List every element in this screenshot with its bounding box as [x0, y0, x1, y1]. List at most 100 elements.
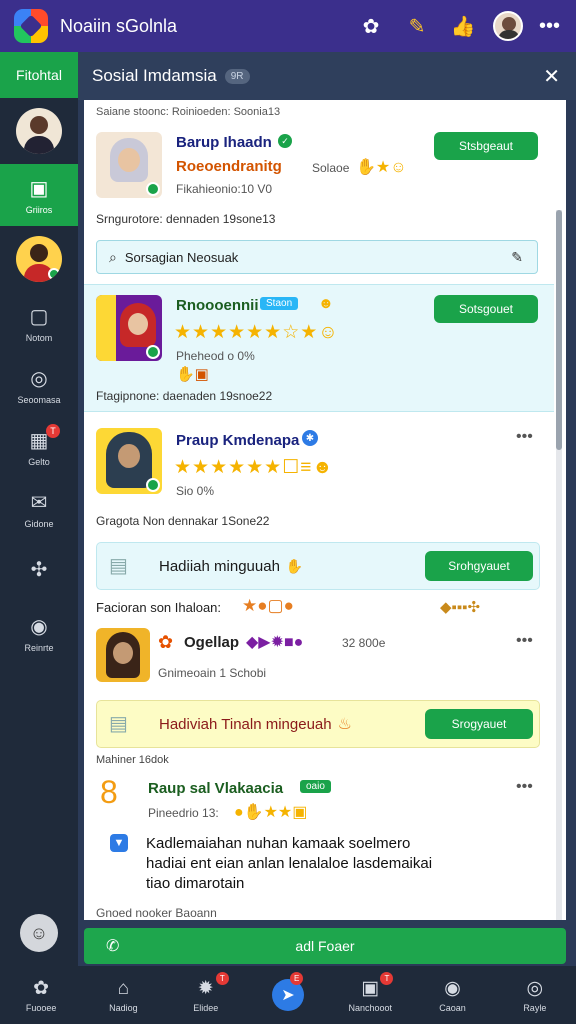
list-item[interactable]: Praup Kmdenapa ✱ ★★★★★★☐≡☻ Sio 0% •••	[84, 422, 554, 502]
app-title: Noaiin sGolnla	[60, 15, 178, 36]
edit-icon[interactable]: ✎	[401, 10, 433, 42]
list-item[interactable]: ✿ Ogellap ◆▶✹■● 32 800e Gnimeoain 1 Scho…	[84, 626, 554, 690]
panel-count-badge: 9R	[224, 68, 250, 84]
contact-tag: Solaoe	[312, 161, 350, 175]
top-app-bar: Noaiin sGolnla ✿ ✎ 👍 •••	[0, 0, 576, 52]
nav-label: Nanchooot	[348, 1003, 393, 1013]
group-icon[interactable]: ✿	[355, 10, 387, 42]
sidebar-item-seoomasa[interactable]: ◎ Seoomasa	[0, 354, 78, 416]
notification-badge: T	[46, 424, 60, 438]
sidebar-item-label: Seoomasa	[17, 394, 61, 405]
sidebar-item-gidone[interactable]: ✉ Gidone	[0, 478, 78, 540]
search-field[interactable]: ⌕ Sorsagian Neosuak ✎	[96, 240, 538, 274]
action-label: adl Foaer	[295, 938, 355, 954]
claim-button[interactable]: Srohgyauet	[425, 551, 533, 581]
count-label: 32 800e	[342, 636, 386, 650]
app-logo-icon[interactable]	[14, 9, 48, 43]
sidebar-contact-avatar[interactable]	[16, 236, 62, 282]
nav-item-caoan[interactable]: ◉ Caoan	[411, 966, 493, 1024]
info-icon: ✱	[302, 430, 318, 446]
gift-box-icon: ▤	[109, 555, 128, 577]
nav-item-fuooee[interactable]: ✿ Fuooee	[0, 966, 82, 1024]
sidebar-item-label: Notom	[25, 332, 53, 343]
home-icon: ⌂	[117, 977, 130, 999]
network-icon: ✣	[30, 558, 48, 581]
media-icon: ▣	[361, 978, 380, 999]
contact-name: Raup sal Vlakaacia	[148, 780, 284, 797]
avatar	[96, 428, 162, 494]
sidebar-item-label: Gidone	[24, 518, 54, 529]
more-options-icon[interactable]: •••	[516, 778, 533, 796]
bottom-navigation: ✿ Fuooee ⌂ Nadiog ✹ T Elidee ➤ E ▣ T Nan…	[0, 966, 576, 1024]
contact-status: Sio 0%	[176, 484, 215, 498]
nav-item-nanchooot[interactable]: ▣ T Nanchooot	[329, 966, 411, 1024]
puzzle-icon: ✿	[33, 978, 50, 999]
notification-badge: T	[215, 972, 229, 985]
document-icon: ▢	[29, 305, 49, 328]
gift-box-icon: ▤	[109, 713, 128, 735]
pen-icon[interactable]: ✎	[511, 249, 523, 266]
content-panel: Saiane stoonc: Roinioeden: Soonia13 Baru…	[84, 100, 566, 920]
close-icon[interactable]: ✕	[543, 64, 560, 89]
sidebar-user-avatar[interactable]	[16, 108, 62, 154]
sidebar-item-label: Gelto	[28, 456, 50, 467]
status-chip: oaio	[300, 780, 331, 793]
sidebar-item-share[interactable]: ✣	[0, 540, 78, 602]
panel-header: Sosial Imdamsia 9R ✕	[78, 52, 576, 100]
left-sidebar: Fitohtal ▣ Griiros ▢ Notom ◎ Seoomasa ▦ …	[0, 52, 78, 966]
search-input[interactable]: Sorsagian Neosuak	[125, 250, 238, 265]
promo-banner[interactable]: ▤ Hadiiah minguuah ✋ Srohgyauet	[96, 542, 540, 590]
promo-banner[interactable]: ▤ Hadiviah Tinaln mingeuah ♨ Srogyauet	[96, 700, 540, 748]
more-options-icon[interactable]: •••	[516, 632, 533, 650]
badge-8-icon: 8	[100, 774, 118, 810]
status-chip: Staon	[260, 297, 299, 310]
folder-icon: ▣	[29, 177, 49, 200]
phone-icon[interactable]: ✆	[106, 936, 119, 956]
profile-avatar[interactable]	[492, 11, 523, 41]
meta-line: Srngurotore: dennaden 19sone13	[96, 212, 276, 226]
settings-avatar-icon[interactable]: ☺	[20, 914, 58, 952]
call-action-bar[interactable]: ✆ adl Foaer	[84, 928, 566, 964]
sidebar-item-griiros[interactable]: ▣ Griiros	[0, 164, 78, 226]
emoji-icons: ✋▣	[176, 366, 209, 383]
contact-status: Pheheod o 0%	[176, 349, 255, 363]
contact-name: Rnoooennii	[176, 297, 259, 314]
binoculars-icon: ◎	[30, 367, 48, 390]
subscribe-button[interactable]: Sotsgouet	[434, 295, 538, 323]
rating-stars: ★★★★★★☆★☺	[174, 322, 339, 343]
fire-icon: ♨	[337, 716, 352, 733]
hand-icon: ✋	[285, 557, 304, 574]
subscribe-button[interactable]: Stsbgeaut	[434, 132, 538, 160]
flower-icon: ✿	[158, 632, 174, 652]
avatar	[96, 295, 162, 361]
list-item[interactable]: Rnoooennii Staon ☻ ★★★★★★☆★☺ Pheheod o 0…	[84, 284, 554, 412]
nav-item-compose[interactable]: ➤ E	[247, 966, 329, 1024]
settings-icon: ◎	[526, 978, 544, 999]
more-menu-icon[interactable]: •••	[539, 15, 560, 38]
emoji-icons: ✋★☺	[356, 159, 407, 176]
contact-name: Barup Ihaadn	[176, 134, 272, 151]
sidebar-item-notom[interactable]: ▢ Notom	[0, 292, 78, 354]
verified-icon: ✓	[278, 134, 292, 148]
avatar	[96, 628, 150, 682]
claim-button[interactable]: Srogyauet	[425, 709, 533, 739]
search-icon: ⌕	[109, 248, 117, 265]
rating-stars: ★★★★★★☐≡☻	[174, 457, 334, 478]
nav-item-nadiog[interactable]: ⌂ Nadiog	[82, 966, 164, 1024]
scrollbar[interactable]	[556, 210, 562, 920]
sidebar-item-reinrte[interactable]: ◉ Reinrte	[0, 602, 78, 664]
sidebar-item-label: Reinrte	[24, 642, 54, 653]
thumbs-up-icon[interactable]: 👍	[447, 10, 479, 42]
list-item[interactable]: 8 Raup sal Vlakaacia oaio Pineedrio 13: …	[84, 772, 554, 832]
message-body: Kadlemaiahan nuhan kamaak soelmero hadia…	[146, 834, 432, 894]
avatar	[96, 132, 162, 198]
meta-line: Gnoed nooker Baoann	[96, 906, 217, 920]
meta-line: Ftagipnone: daenaden 19snoe22	[96, 389, 273, 403]
nav-item-elidee[interactable]: ✹ T Elidee	[165, 966, 247, 1024]
list-item[interactable]: Barup Ihaadn ✓ Roeoendranitg Solaoe ✋★☺ …	[84, 124, 554, 204]
sidebar-item-gelto[interactable]: ▦ T Gelto	[0, 416, 78, 478]
record-icon: ◉	[30, 615, 48, 638]
nav-item-rayle[interactable]: ◎ Rayle	[494, 966, 576, 1024]
panel-title: Sosial Imdamsia	[92, 66, 217, 85]
more-options-icon[interactable]: •••	[516, 428, 533, 446]
